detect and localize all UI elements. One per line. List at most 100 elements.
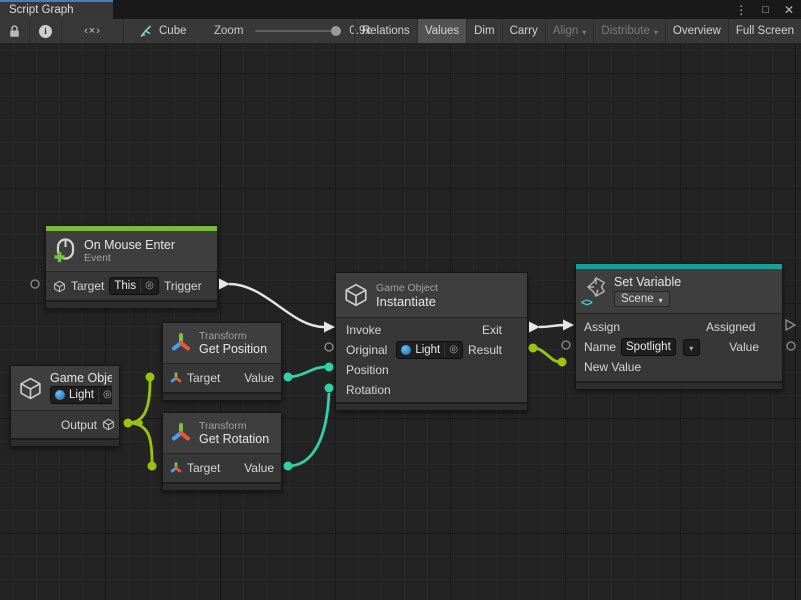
relations-button[interactable]: Relations	[354, 19, 417, 43]
lock-button[interactable]	[0, 19, 30, 43]
invoke-label: Invoke	[346, 323, 392, 337]
node-get-position[interactable]: Transform Get Position Target Value	[162, 322, 282, 401]
light-value: Light	[69, 388, 94, 402]
rotation-label: Rotation	[346, 383, 392, 397]
target-label: Target	[187, 461, 220, 475]
value-label: Value	[244, 371, 274, 385]
unity-variable-icon: <>	[583, 277, 607, 305]
port-exit-output[interactable]	[529, 322, 540, 333]
node-title: Set Variable	[614, 275, 775, 289]
node-game-object-light[interactable]: Game Object Light ◎ Output	[10, 365, 120, 447]
zoom-slider-knob[interactable]	[331, 26, 341, 36]
zoom-control: Zoom 0.9x	[214, 19, 371, 43]
port-position-input[interactable]	[325, 363, 334, 372]
node-on-mouse-enter[interactable]: On Mouse Enter Event Target This ◎ Trigg…	[45, 225, 218, 309]
variable-scope-dropdown[interactable]: Scene ▾	[614, 291, 670, 307]
name-label: Name	[584, 340, 616, 354]
value-label: Value	[244, 461, 274, 475]
object-picker-icon[interactable]: ◎	[98, 388, 112, 402]
menu-icon[interactable]: ⋮	[735, 3, 747, 17]
node-category: Transform	[199, 420, 274, 432]
tab-script-graph[interactable]: Script Graph	[0, 0, 113, 19]
port-getrotation-target[interactable]	[148, 462, 157, 471]
name-value: Spotlight	[626, 340, 671, 354]
target-value: This	[114, 279, 136, 293]
node-footer	[11, 438, 119, 446]
variable-name-field[interactable]: Spotlight	[621, 338, 676, 356]
port-assigned-output[interactable]	[786, 320, 795, 330]
port-result-output[interactable]	[529, 344, 538, 353]
port-assign-input[interactable]	[563, 320, 574, 331]
original-value-chip[interactable]: Light ◎	[396, 341, 463, 359]
align-button[interactable]: Align ▾	[545, 19, 594, 43]
node-footer	[336, 402, 527, 410]
align-label: Align	[553, 25, 579, 37]
assigned-label: Assigned	[706, 320, 760, 334]
light-object-chip[interactable]: Light ◎	[50, 386, 112, 404]
game-object-icon	[401, 345, 411, 355]
node-title: Game Object	[50, 371, 112, 385]
info-icon: i	[39, 25, 52, 38]
transform-icon	[170, 462, 182, 474]
node-title: Instantiate	[376, 294, 520, 309]
result-label: Result	[468, 343, 502, 357]
cube-icon	[102, 418, 115, 431]
node-footer	[46, 300, 217, 308]
exit-label: Exit	[482, 323, 502, 337]
values-button[interactable]: Values	[417, 19, 466, 43]
graph-breadcrumb[interactable]: Cube	[138, 19, 187, 43]
port-trigger-output[interactable]	[219, 279, 230, 290]
port-original-input[interactable]	[325, 343, 333, 351]
object-picker-icon[interactable]: ◎	[140, 279, 154, 293]
port-position-value-output[interactable]	[284, 373, 293, 382]
transform-icon	[170, 332, 192, 354]
port-rotation-input[interactable]	[325, 384, 334, 393]
graph-name-label: Cube	[159, 25, 187, 37]
port-mouse-target-input[interactable]	[31, 280, 39, 288]
wire-light-to-getrotation	[128, 423, 152, 462]
node-category: Transform	[199, 330, 274, 342]
wire-rotation-value	[288, 393, 329, 466]
overview-button[interactable]: Overview	[665, 19, 728, 43]
inspect-button[interactable]: i	[30, 19, 62, 43]
target-value-chip[interactable]: This ◎	[109, 277, 158, 295]
node-get-rotation[interactable]: Transform Get Rotation Target Value	[162, 412, 282, 491]
node-category: Game Object	[376, 282, 520, 294]
close-icon[interactable]: ✕	[784, 3, 794, 17]
port-invoke-input[interactable]	[324, 322, 335, 333]
distribute-button[interactable]: Distribute ▾	[593, 19, 665, 43]
cube-icon	[343, 282, 369, 308]
wire-result-to-newvalue	[533, 348, 560, 362]
wire-trigger-to-invoke	[229, 284, 324, 327]
fullscreen-button[interactable]: Full Screen	[728, 19, 801, 43]
dim-button[interactable]: Dim	[466, 19, 501, 43]
port-value-output[interactable]	[787, 342, 795, 350]
port-newvalue-input[interactable]	[558, 358, 567, 367]
mouse-event-icon	[53, 238, 77, 264]
target-label: Target	[71, 279, 104, 293]
wire-branch-point	[137, 420, 143, 426]
graph-toolbar: i ‹×› Cube Zoom 0.9x Relations Values Di…	[0, 19, 801, 44]
unity-script-graph-window: Script Graph ⋮ □ ✕ i ‹×›	[0, 0, 801, 600]
port-getposition-target[interactable]	[146, 373, 155, 382]
node-instantiate[interactable]: Game Object Instantiate Invoke Exit Orig…	[335, 272, 528, 411]
distribute-label: Distribute	[601, 25, 650, 37]
node-set-variable[interactable]: <> Set Variable Scene ▾ Assign Assigned …	[575, 263, 783, 390]
variable-name-dropdown[interactable]: ▾	[683, 339, 700, 356]
position-label: Position	[346, 363, 392, 377]
cube-icon	[53, 280, 66, 293]
node-footer	[576, 381, 782, 389]
assign-label: Assign	[584, 320, 624, 334]
zoom-slider[interactable]	[255, 30, 341, 32]
port-rotation-value-output[interactable]	[284, 462, 293, 471]
node-footer	[163, 392, 281, 400]
graph-icon	[138, 24, 153, 39]
port-name-input[interactable]	[562, 341, 570, 349]
zoom-label: Zoom	[214, 25, 243, 37]
port-light-output[interactable]	[124, 419, 133, 428]
carry-button[interactable]: Carry	[502, 19, 545, 43]
object-picker-icon[interactable]: ◎	[444, 343, 458, 357]
maximize-icon[interactable]: □	[762, 4, 769, 16]
graph-canvas[interactable]: On Mouse Enter Event Target This ◎ Trigg…	[0, 44, 801, 600]
edit-source-button[interactable]: ‹×›	[62, 19, 124, 43]
